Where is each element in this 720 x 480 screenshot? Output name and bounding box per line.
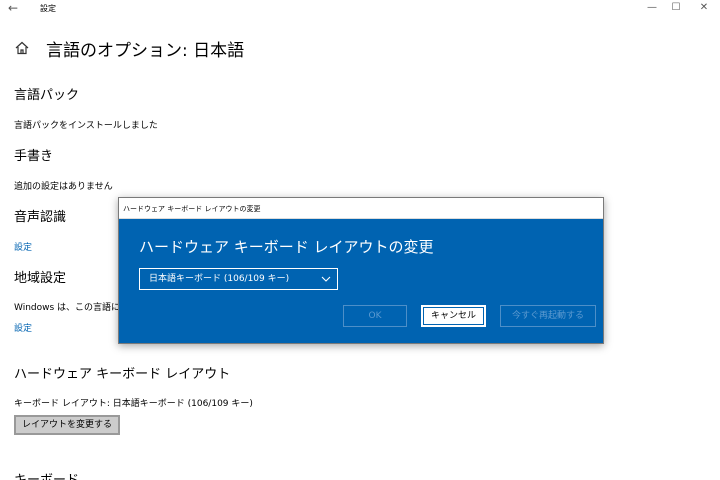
chevron-down-icon <box>321 276 331 282</box>
ok-button[interactable]: OK <box>343 305 407 327</box>
keyboard-layout-select-value: 日本語キーボード (106/109 キー) <box>149 274 290 284</box>
cancel-button[interactable]: キャンセル <box>421 305 486 327</box>
change-layout-button[interactable]: レイアウトを変更する <box>14 415 120 435</box>
restart-now-button[interactable]: 今すぐ再起動する <box>500 305 596 327</box>
dialog-titlebar: ハードウェア キーボード レイアウトの変更 <box>119 198 603 219</box>
language-pack-title: 言語パック <box>14 88 80 103</box>
back-arrow-icon[interactable]: ← <box>8 0 18 16</box>
handwriting-title: 手書き <box>14 149 54 164</box>
speech-settings-link[interactable]: 設定 <box>14 240 32 253</box>
home-icon[interactable] <box>14 40 30 56</box>
language-pack-text: 言語パックをインストールしました <box>14 121 158 131</box>
window-title: 設定 <box>40 4 56 13</box>
change-layout-dialog: ハードウェア キーボード レイアウトの変更 ハードウェア キーボード レイアウト… <box>118 197 604 344</box>
dialog-window-title: ハードウェア キーボード レイアウトの変更 <box>123 205 261 213</box>
region-text: Windows は、この言語に <box>14 303 121 313</box>
maximize-icon[interactable]: ☐ <box>666 1 686 15</box>
handwriting-text: 追加の設定はありません <box>14 182 113 192</box>
region-title: 地域設定 <box>14 271 67 286</box>
region-settings-link[interactable]: 設定 <box>14 321 32 334</box>
close-icon[interactable]: ✕ <box>694 1 714 15</box>
window-titlebar: ← 設定 — ☐ ✕ <box>0 0 720 18</box>
hardware-keyboard-title: ハードウェア キーボード レイアウト <box>14 367 231 382</box>
dialog-heading: ハードウェア キーボード レイアウトの変更 <box>139 238 434 256</box>
hardware-keyboard-text: キーボード レイアウト: 日本語キーボード (106/109 キー) <box>14 399 253 409</box>
keyboard-section-title: キーボード <box>14 469 79 480</box>
keyboard-layout-select[interactable]: 日本語キーボード (106/109 キー) <box>139 268 338 290</box>
page-title: 言語のオプション: 日本語 <box>46 41 245 61</box>
minimize-icon[interactable]: — <box>642 1 662 15</box>
speech-title: 音声認識 <box>14 210 67 225</box>
